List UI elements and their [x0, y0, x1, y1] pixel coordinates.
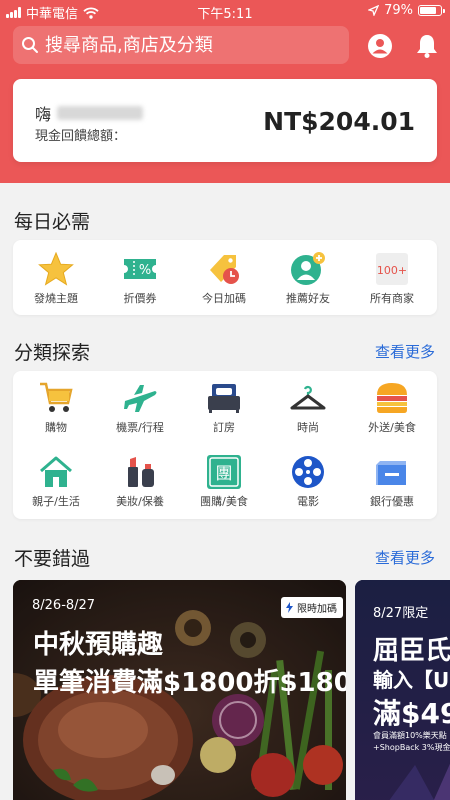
- star-icon: [38, 252, 74, 286]
- category-item-family-life[interactable]: 親子/生活: [14, 455, 98, 509]
- promo-headline: 屈臣氏: [373, 636, 450, 666]
- cash-back-amount: NT$204.01: [263, 107, 415, 136]
- category-item-movies[interactable]: 電影: [266, 455, 350, 509]
- airplane-icon: [124, 385, 157, 412]
- daily-item-coupon[interactable]: % 折價券: [98, 252, 182, 306]
- lipstick-icon: [128, 457, 154, 487]
- promo-card-mid-autumn[interactable]: 8/26-8/27 限時加碼 中秋預購趣 單筆消費滿$1800折$180: [13, 580, 346, 800]
- category-item-label: 訂房: [213, 421, 235, 434]
- category-item-flights[interactable]: 機票/行程: [98, 381, 182, 435]
- cash-back-card[interactable]: 嗨 現金回饋總額： NT$204.01: [13, 79, 437, 162]
- daily-item-label: 今日加碼: [202, 292, 246, 305]
- hundred-plus-text: 100+: [377, 264, 407, 277]
- daily-item-refer-friend[interactable]: 推薦好友: [266, 252, 350, 306]
- group-buy-icon: 團: [207, 455, 241, 489]
- search-input[interactable]: [39, 27, 349, 63]
- burger-icon: [377, 383, 407, 413]
- daily-item-label: 發燒主題: [34, 292, 78, 305]
- limited-bonus-badge: 限時加碼: [281, 597, 343, 618]
- status-bar: 中華電信 下午5:11 79%: [0, 0, 450, 22]
- category-item-label: 購物: [45, 421, 67, 434]
- search-icon: [22, 37, 38, 53]
- category-item-beauty[interactable]: 美妝/保養: [98, 455, 182, 509]
- category-item-label: 外送/美食: [368, 421, 416, 434]
- location-arrow-icon: [368, 5, 380, 16]
- promo-fine-print-1: 會員滿額10%樂天點: [373, 731, 447, 740]
- hanger-icon: [290, 385, 326, 410]
- dont-miss-section-title: 不要錯過: [14, 548, 91, 570]
- daily-item-label: 所有商家: [370, 292, 414, 305]
- shopping-cart-icon: [40, 382, 73, 412]
- daily-item-label: 推薦好友: [286, 292, 330, 305]
- dont-miss-see-more-link[interactable]: 查看更多: [375, 547, 435, 568]
- add-friend-icon: [291, 252, 325, 285]
- promo-date: 8/27限定: [373, 606, 429, 621]
- house-icon: [40, 456, 72, 487]
- promo-fine-print-2: +ShopBack 3%現金: [373, 743, 450, 752]
- greeting: 嗨: [35, 101, 144, 125]
- daily-card: 發燒主題 % 折價券 今日加碼 推薦好友 100+ 所有商家: [13, 240, 437, 315]
- category-item-fashion[interactable]: 時尚: [266, 381, 350, 435]
- search-bar[interactable]: [13, 26, 349, 64]
- daily-item-today-bonus[interactable]: 今日加碼: [182, 252, 266, 306]
- category-item-label: 電影: [297, 495, 319, 508]
- hundred-plus-icon: 100+: [376, 253, 408, 285]
- category-item-label: 機票/行程: [116, 421, 164, 434]
- promo-code-line: 輸入【UM: [373, 668, 450, 692]
- promo-card-watsons[interactable]: 8/27限定 屈臣氏 輸入【UM 滿$499 會員滿額10%樂天點 +ShopB…: [355, 580, 450, 800]
- blurred-username: [57, 106, 144, 120]
- notification-bell-icon[interactable]: [414, 33, 440, 59]
- greeting-text: 嗨: [35, 105, 52, 124]
- promo-headline: 中秋預購趣: [33, 630, 164, 660]
- promo-date: 8/26-8/27: [32, 598, 96, 613]
- daily-item-hot-topics[interactable]: 發燒主題: [14, 252, 98, 306]
- category-item-label: 親子/生活: [32, 495, 80, 508]
- battery-percent: 79%: [384, 3, 413, 18]
- limited-bonus-text: 限時加碼: [297, 604, 337, 615]
- category-section-title: 分類探索: [14, 342, 91, 364]
- category-item-label: 美妝/保養: [116, 495, 164, 508]
- category-see-more-link[interactable]: 查看更多: [375, 341, 435, 362]
- category-card: 購物 機票/行程 訂房 時尚 外送/美食 親子/生活 美妝/保養 團 團購/美食…: [13, 371, 437, 519]
- account-icon[interactable]: [367, 33, 393, 59]
- cash-back-label: 現金回饋總額：: [35, 129, 127, 144]
- category-item-group-buy[interactable]: 團 團購/美食: [182, 455, 266, 509]
- category-item-label: 團購/美食: [200, 495, 248, 508]
- lightning-icon: [286, 602, 293, 613]
- bed-icon: [208, 384, 240, 413]
- svg-text:%: %: [139, 263, 151, 278]
- category-item-shopping[interactable]: 購物: [14, 381, 98, 435]
- battery-icon: [418, 5, 445, 16]
- category-item-delivery[interactable]: 外送/美食: [350, 381, 434, 435]
- bank-card-icon: [376, 461, 406, 485]
- daily-item-all-merchants[interactable]: 100+ 所有商家: [350, 252, 434, 306]
- status-right: 79%: [368, 3, 445, 18]
- daily-section-title: 每日必需: [14, 211, 91, 233]
- promo-threshold: 滿$499: [373, 697, 450, 730]
- category-item-label: 銀行優惠: [370, 495, 414, 508]
- app-screen: 中華電信 下午5:11 79% 搜尋商品,商店及分類 嗨 現金回饋總額： NT$…: [0, 0, 450, 800]
- film-reel-icon: [292, 456, 324, 488]
- category-item-bank-offers[interactable]: 銀行優惠: [350, 455, 434, 509]
- battery-fill: [420, 7, 436, 14]
- coupon-icon: %: [124, 259, 156, 279]
- promo-subline: 單筆消費滿$1800折$180: [33, 668, 346, 698]
- price-tag-clock-icon: [210, 255, 239, 284]
- category-item-label: 時尚: [297, 421, 319, 434]
- group-buy-glyph: 團: [216, 464, 233, 484]
- daily-item-label: 折價券: [123, 292, 157, 305]
- category-item-hotel[interactable]: 訂房: [182, 381, 266, 435]
